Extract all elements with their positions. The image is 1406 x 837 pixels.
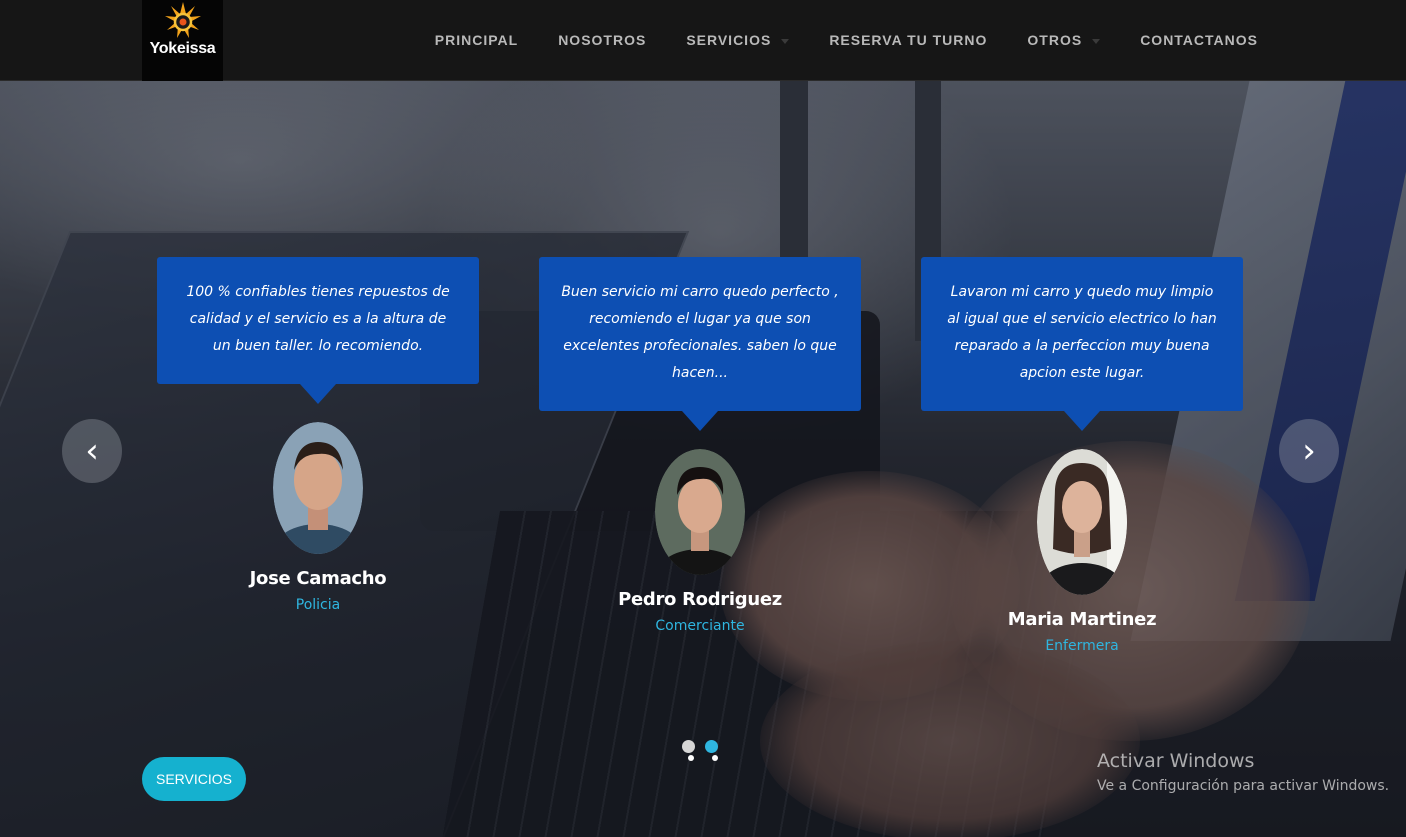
watermark-subtitle: Ve a Configuración para activar Windows. — [1097, 778, 1390, 794]
nav-label: RESERVA TU TURNO — [829, 32, 988, 48]
nav-label: PRINCIPAL — [434, 32, 519, 48]
nav-label: NOSOTROS — [558, 32, 647, 48]
logo-text: Yokeissa — [149, 40, 216, 57]
testimonial-role: Enfermera — [1045, 638, 1119, 654]
carousel-dot-1[interactable] — [682, 740, 695, 753]
avatar — [273, 422, 363, 554]
nav-item-otros[interactable]: OTROS — [1027, 32, 1101, 48]
testimonial-card: Lavaron mi carro y quedo muy limpio al i… — [921, 257, 1243, 654]
windows-activation-watermark: Activar Windows Ve a Configuración para … — [1097, 750, 1389, 794]
chevron-down-icon — [1092, 38, 1101, 44]
nav-label: SERVICIOS — [686, 32, 772, 48]
testimonial-name: Jose Camacho — [249, 568, 387, 589]
nav-label: CONTACTANOS — [1140, 32, 1258, 48]
avatar — [1037, 449, 1127, 595]
chevron-left-icon: ‹ — [85, 431, 99, 471]
nav-item-principal[interactable]: PRINCIPAL — [435, 32, 518, 48]
logo[interactable]: Yokeissa — [142, 0, 223, 81]
carousel-prev-button[interactable]: ‹ — [62, 419, 122, 483]
testimonial-name: Maria Martinez — [1007, 609, 1157, 630]
nav-item-servicios[interactable]: SERVICIOS — [686, 32, 790, 48]
dot-shadow-icon — [688, 755, 694, 761]
main-nav: PRINCIPAL NOSOTROS SERVICIOS RESERVA TU … — [395, 0, 1258, 80]
testimonial-name: Pedro Rodriguez — [618, 589, 782, 610]
dot-shadow-icon — [712, 755, 718, 761]
nav-label: OTROS — [1027, 32, 1083, 48]
watermark-title: Activar Windows — [1097, 750, 1255, 772]
nav-item-contactanos[interactable]: CONTACTANOS — [1140, 32, 1258, 48]
carousel-dot-2[interactable] — [705, 740, 718, 753]
chevron-down-icon — [781, 38, 790, 44]
testimonial-quote: Buen servicio mi carro quedo perfecto , … — [539, 257, 861, 431]
testimonial-card: 100 % confiables tienes repuestos de cal… — [157, 257, 479, 613]
avatar — [655, 449, 745, 575]
testimonial-quote: 100 % confiables tienes repuestos de cal… — [157, 257, 479, 404]
testimonial-role: Comerciante — [655, 618, 745, 634]
testimonial-quote: Lavaron mi carro y quedo muy limpio al i… — [921, 257, 1243, 431]
testimonial-role: Policia — [295, 597, 341, 613]
testimonials-hero: 100 % confiables tienes repuestos de cal… — [0, 81, 1406, 837]
chevron-right-icon: › — [1302, 431, 1316, 471]
navbar: Yokeissa PRINCIPAL NOSOTROS SERVICIOS RE… — [0, 0, 1406, 81]
carousel-next-button[interactable]: › — [1279, 419, 1339, 483]
nav-item-nosotros[interactable]: NOSOTROS — [558, 32, 646, 48]
servicios-button[interactable]: SERVICIOS — [142, 757, 246, 801]
carousel-indicators — [682, 740, 728, 753]
nav-item-reserva-tu-turno[interactable]: RESERVA TU TURNO — [829, 32, 987, 48]
testimonial-card: Buen servicio mi carro quedo perfecto , … — [539, 257, 861, 634]
